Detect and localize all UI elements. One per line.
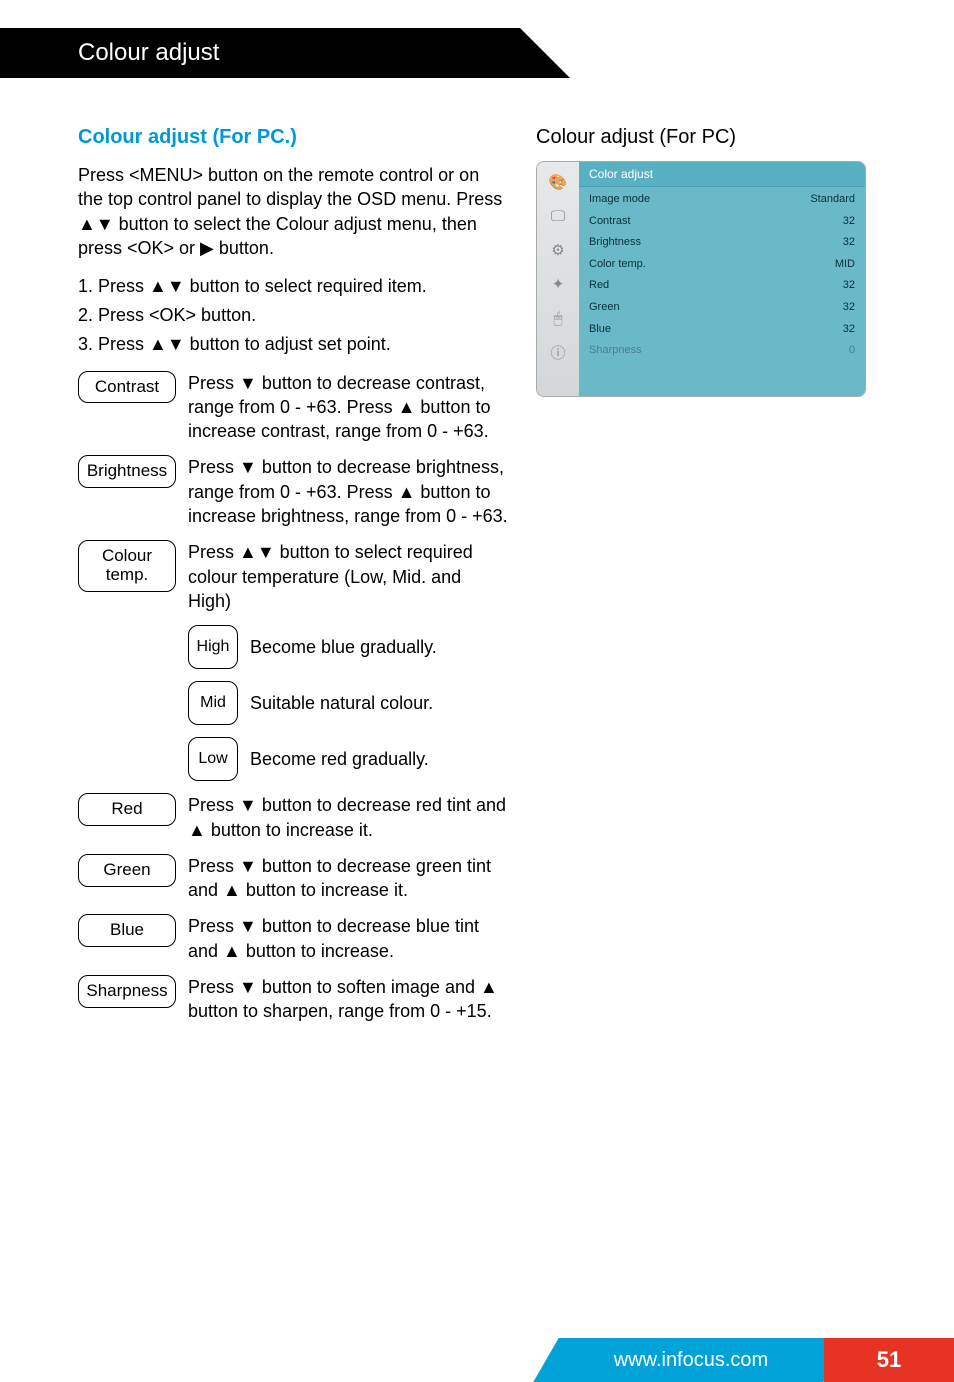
gear-plus-icon: ✦ [544, 270, 572, 298]
steps-list: Press ▲▼ button to select required item.… [98, 272, 508, 358]
pill-sharpness: Sharpness [78, 975, 176, 1008]
pill-low: Low [188, 737, 238, 781]
desc-sharpness: Press ▼ button to soften image and ▲ but… [188, 975, 508, 1024]
pill-colortemp: Colour temp. [78, 540, 176, 591]
desc-contrast: Press ▼ button to decrease contrast, ran… [188, 371, 508, 444]
footer-url: www.infocus.com [533, 1338, 848, 1382]
intro-paragraph: Press <MENU> button on the remote contro… [78, 163, 508, 260]
osd-row: Color temp.MID [579, 254, 865, 276]
desc-low: Become red gradually. [250, 747, 429, 771]
subsection-title: Colour adjust (For PC.) [78, 126, 508, 149]
step-item: Press ▲▼ button to select required item. [98, 272, 508, 301]
pill-contrast: Contrast [78, 371, 176, 404]
desc-colortemp: Press ▲▼ button to select required colou… [188, 540, 508, 613]
osd-spacer [579, 362, 865, 394]
desc-mid: Suitable natural colour. [250, 691, 433, 715]
desc-blue: Press ▼ button to decrease blue tint and… [188, 914, 508, 963]
desc-high: Become blue gradually. [250, 635, 437, 659]
desc-red: Press ▼ button to decrease red tint and … [188, 793, 508, 842]
pill-blue: Blue [78, 914, 176, 947]
page-number: 51 [824, 1338, 954, 1382]
setting-green: Green Press ▼ button to decrease green t… [78, 854, 508, 903]
pill-high: High [188, 625, 238, 669]
section-header: Colour adjust [0, 28, 520, 78]
setting-brightness: Brightness Press ▼ button to decrease br… [78, 455, 508, 528]
osd-row: Green32 [579, 297, 865, 319]
info-icon: ⓘ [544, 338, 572, 366]
pill-brightness: Brightness [78, 455, 176, 488]
step-item: Press ▲▼ button to adjust set point. [98, 330, 508, 359]
osd-title: Color adjust [579, 162, 865, 187]
osd-body: Image modeStandard Contrast32 Brightness… [579, 187, 865, 396]
pill-green: Green [78, 854, 176, 887]
page-content: Colour adjust (For PC.) Press <MENU> but… [0, 126, 954, 1024]
desc-brightness: Press ▼ button to decrease brightness, r… [188, 455, 508, 528]
osd-sidebar: 🎨 🖵 ⚙ ✦ 🖱 ⓘ [537, 162, 579, 396]
palette-icon: 🎨 [544, 168, 572, 196]
screen-icon: 🖵 [544, 202, 572, 230]
osd-row: Contrast32 [579, 211, 865, 233]
section-title: Colour adjust [78, 39, 219, 67]
osd-row: Blue32 [579, 319, 865, 341]
osd-panel: 🎨 🖵 ⚙ ✦ 🖱 ⓘ Color adjust Image modeStand… [536, 161, 866, 397]
setting-red: Red Press ▼ button to decrease red tint … [78, 793, 508, 842]
setting-contrast: Contrast Press ▼ button to decrease cont… [78, 371, 508, 444]
desc-green: Press ▼ button to decrease green tint an… [188, 854, 508, 903]
osd-main: Color adjust Image modeStandard Contrast… [579, 162, 865, 396]
setting-blue: Blue Press ▼ button to decrease blue tin… [78, 914, 508, 963]
gear-icon: ⚙ [544, 236, 572, 264]
colortemp-mid: Mid Suitable natural colour. [188, 681, 508, 725]
pill-mid: Mid [188, 681, 238, 725]
page-footer: www.infocus.com 51 [0, 1338, 954, 1382]
step-item: Press <OK> button. [98, 301, 508, 330]
pill-red: Red [78, 793, 176, 826]
setting-sharpness: Sharpness Press ▼ button to soften image… [78, 975, 508, 1024]
osd-row: Brightness32 [579, 232, 865, 254]
left-column: Colour adjust (For PC.) Press <MENU> but… [78, 126, 508, 1024]
osd-row: Red32 [579, 275, 865, 297]
osd-row: Sharpness0 [579, 340, 865, 362]
right-column: Colour adjust (For PC) 🎨 🖵 ⚙ ✦ 🖱 ⓘ Color… [536, 126, 926, 1024]
colortemp-low: Low Become red gradually. [188, 737, 508, 781]
setting-colortemp: Colour temp. Press ▲▼ button to select r… [78, 540, 508, 613]
mouse-icon: 🖱 [544, 304, 572, 332]
osd-row: Image modeStandard [579, 189, 865, 211]
colortemp-high: High Become blue gradually. [188, 625, 508, 669]
osd-caption: Colour adjust (For PC) [536, 126, 926, 149]
